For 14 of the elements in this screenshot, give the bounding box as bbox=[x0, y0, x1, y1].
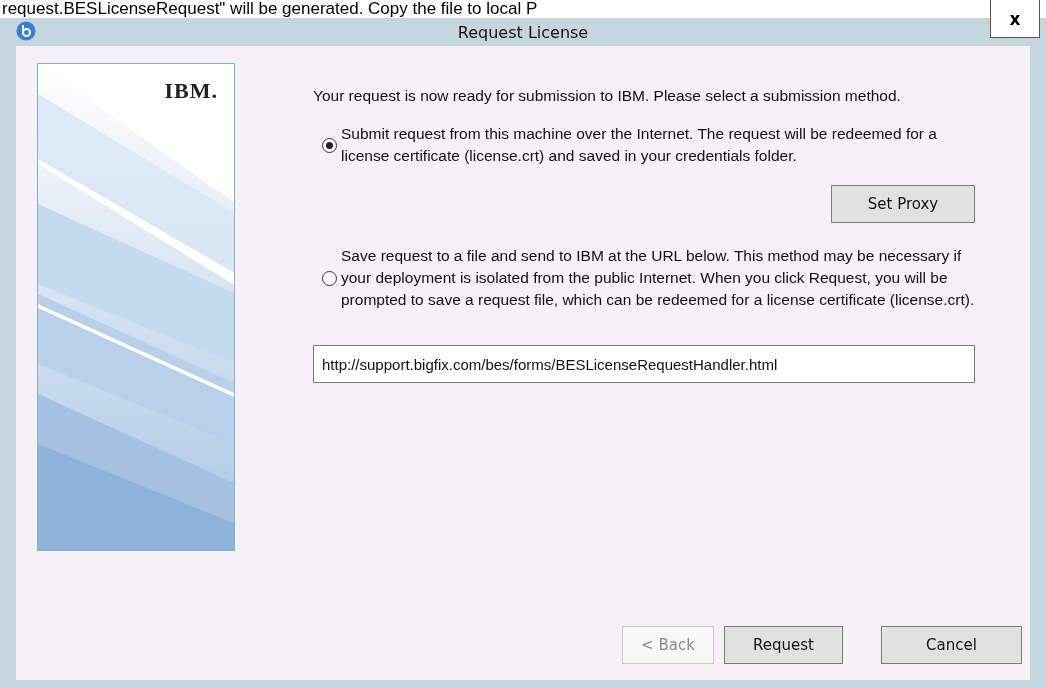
cancel-button[interactable]: Cancel bbox=[881, 626, 1022, 664]
instruction-text: Your request is now ready for submission to IBM. Please select a submission method. bbox=[313, 86, 902, 106]
request-button[interactable]: Request bbox=[724, 626, 843, 664]
option-label[interactable]: Save request to a file and send to IBM at the URL below. This method may be necessary if your deployment is isolated from the public Internet. When you click Request, you will be prompted to save a request file, which can be redeemed for a license certificate (license.crt). bbox=[341, 245, 975, 311]
caption-text: request.BESLicenseRequest" will be generated. Copy the file to local P bbox=[1, 0, 539, 18]
set-proxy-button[interactable]: Set Proxy bbox=[831, 185, 975, 223]
window-title: Request License bbox=[457, 22, 589, 42]
close-button[interactable]: x bbox=[990, 0, 1040, 38]
option-label[interactable]: Submit request from this machine over the Internet. The request will be redeemed for a license certificate (license.crt) and saved in your credentials folder. bbox=[341, 123, 975, 167]
radio-button[interactable] bbox=[322, 137, 337, 153]
radio-button[interactable] bbox=[322, 270, 337, 286]
app-icon bbox=[16, 21, 36, 41]
brand-logo: IBM. bbox=[164, 78, 218, 104]
url-field[interactable]: http://support.bigfix.com/bes/forms/BESLicenseRequestHandler.html bbox=[313, 345, 975, 383]
